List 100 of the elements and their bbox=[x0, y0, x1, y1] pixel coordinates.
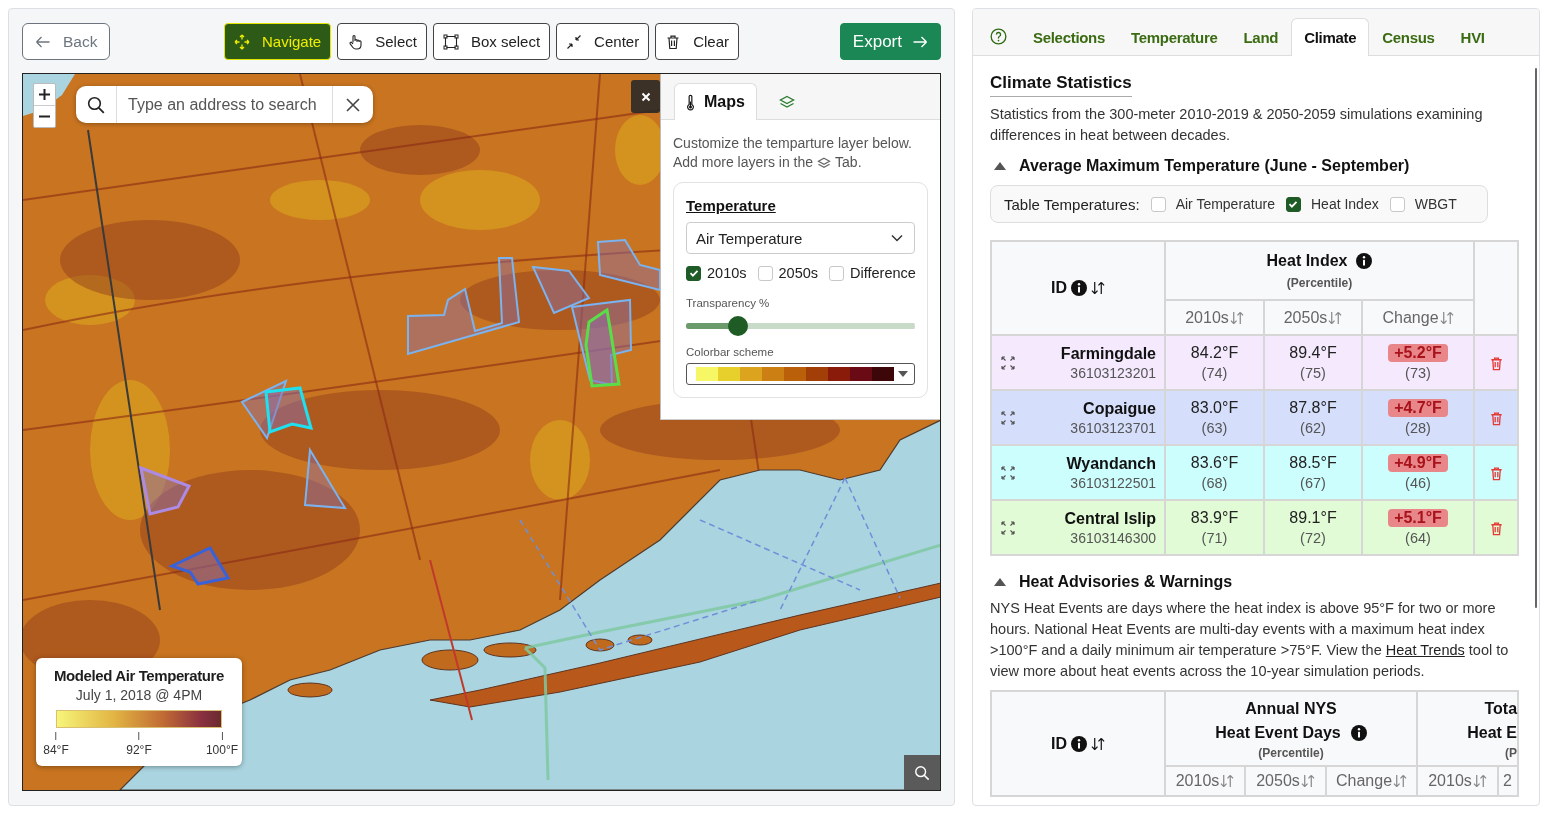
sortable-column-header[interactable]: 2050s bbox=[1283, 308, 1343, 327]
sort-icon bbox=[1229, 309, 1244, 326]
percentile-value: (28) bbox=[1404, 420, 1432, 436]
island bbox=[627, 634, 653, 646]
thermometer-icon bbox=[686, 93, 695, 111]
column-group-subtitle: (Percentile) bbox=[1258, 746, 1324, 760]
temperature-value: 87.8°F bbox=[1288, 399, 1338, 417]
caret-down-icon bbox=[898, 371, 908, 377]
layer-dropdown[interactable]: Air Temperature bbox=[686, 222, 915, 254]
box-select-icon bbox=[442, 33, 459, 50]
export-button[interactable]: Export bbox=[839, 23, 941, 60]
tick-label: 100°F bbox=[205, 743, 239, 757]
expand-icon[interactable] bbox=[1000, 464, 1016, 481]
area-name: Wyandanch bbox=[1065, 454, 1156, 473]
clear-icon[interactable] bbox=[345, 96, 361, 113]
checkbox-label: Heat Index bbox=[1311, 196, 1379, 212]
sort-icon[interactable] bbox=[1091, 735, 1105, 752]
panel-tab[interactable]: Maps bbox=[674, 83, 757, 120]
tract-id: 36103146300 bbox=[1069, 529, 1156, 546]
tab[interactable]: Climate bbox=[1291, 18, 1370, 56]
sortable-column-header[interactable]: 2010s bbox=[1185, 308, 1244, 327]
sort-icon[interactable] bbox=[1091, 280, 1105, 296]
expand-icon[interactable] bbox=[1000, 354, 1016, 371]
close-button[interactable] bbox=[631, 80, 660, 113]
tab[interactable]: Selections bbox=[1020, 18, 1119, 56]
percentile-value: (62) bbox=[1299, 420, 1327, 436]
tool-button[interactable]: Clear bbox=[655, 23, 739, 60]
trash-icon[interactable] bbox=[1488, 520, 1504, 536]
map-search-button[interactable] bbox=[904, 755, 940, 790]
change-badge: +5.2°F bbox=[1388, 344, 1448, 362]
search-field[interactable]: Type an address to search bbox=[76, 86, 373, 123]
checkbox[interactable] bbox=[1286, 196, 1301, 212]
tab[interactable]: HVI bbox=[1447, 18, 1498, 56]
tool-button[interactable]: Select bbox=[337, 23, 427, 60]
scrollbar-thumb[interactable] bbox=[1535, 68, 1537, 608]
slider-label: Transparency % bbox=[686, 297, 771, 309]
tract-outline bbox=[596, 238, 661, 292]
slider-thumb[interactable] bbox=[727, 316, 748, 336]
sortable-column-header[interactable]: 2010s bbox=[1428, 772, 1487, 790]
temperature-value: 83.9°F bbox=[1189, 509, 1240, 527]
expand-icon[interactable] bbox=[1000, 519, 1016, 536]
back-button[interactable]: Back bbox=[22, 23, 111, 60]
legend-subtitle: July 1, 2018 @ 4PM bbox=[74, 687, 204, 703]
sort-icon bbox=[1439, 309, 1454, 326]
tract-id: 36103123701 bbox=[1069, 419, 1156, 436]
trash-icon[interactable] bbox=[1488, 465, 1504, 481]
tab[interactable]: Temperature bbox=[1118, 18, 1231, 56]
tab[interactable]: Land bbox=[1230, 18, 1292, 56]
info-icon[interactable] bbox=[1071, 280, 1087, 296]
caret-up-icon[interactable] bbox=[993, 577, 1007, 587]
tract-outline bbox=[303, 446, 347, 510]
percentile-value: (63) bbox=[1200, 420, 1229, 436]
colorbar-dropdown[interactable] bbox=[686, 363, 915, 385]
section-description: Statistics from the 300-meter 2010-2019 & 2050-2059 simulations examining differences in heat between decades. bbox=[990, 105, 1484, 145]
sort-icon bbox=[1328, 309, 1343, 326]
percentile-value: (67) bbox=[1299, 475, 1327, 491]
column-group-subtitle: (P bbox=[1505, 746, 1518, 760]
subsection-heading: Heat Advisories & Warnings bbox=[1019, 573, 1233, 591]
percentile-value: (73) bbox=[1404, 365, 1432, 381]
percentile-value: (71) bbox=[1200, 530, 1229, 546]
caret-up-icon[interactable] bbox=[993, 161, 1007, 171]
tool-button[interactable]: Navigate bbox=[224, 23, 332, 60]
section-title: Climate Statistics bbox=[990, 73, 1132, 97]
temperature-value: 83.6°F bbox=[1189, 454, 1240, 472]
column-group-subtitle: (Percentile) bbox=[1286, 275, 1353, 290]
selected-tract[interactable] bbox=[584, 307, 621, 388]
trash-icon[interactable] bbox=[1488, 355, 1504, 371]
percentile-value: (68) bbox=[1200, 475, 1229, 491]
sortable-column-header[interactable]: 2010s bbox=[1175, 772, 1235, 790]
column-header: ID bbox=[1051, 734, 1067, 753]
checkbox[interactable] bbox=[686, 265, 701, 281]
trash-icon[interactable] bbox=[1488, 410, 1504, 426]
tab[interactable]: Census bbox=[1369, 18, 1448, 56]
dropdown-label: Colorbar scheme bbox=[686, 346, 775, 358]
info-icon[interactable] bbox=[1356, 252, 1373, 269]
change-badge: +5.1°F bbox=[1388, 509, 1448, 527]
section-description: NYS Heat Events are days where the heat index is above 95°F for two or more hours. National Heat Events are multi-day events with a maximum heat index >100°F and a daily minimum air temperature >75°F. View the Heat Trends tool to view more about heat events across the 10-year simulation periods. bbox=[990, 599, 1510, 681]
help-icon[interactable] bbox=[990, 28, 1007, 45]
column-header[interactable]: 2 bbox=[1499, 772, 1512, 790]
collapse-arrows-icon bbox=[566, 33, 583, 50]
tract-id: 36103123201 bbox=[1069, 364, 1156, 381]
panel-hint: Add more layers in the bbox=[673, 153, 814, 172]
card-title: Temperature bbox=[686, 197, 776, 214]
heat-trends-link[interactable]: Heat Trends bbox=[1385, 642, 1465, 658]
change-badge: +4.9°F bbox=[1388, 454, 1448, 472]
sortable-column-header[interactable]: Change bbox=[1382, 308, 1454, 327]
layers-icon bbox=[817, 156, 832, 169]
info-icon[interactable] bbox=[1071, 735, 1087, 752]
info-icon[interactable] bbox=[1350, 725, 1367, 741]
close-icon bbox=[640, 91, 651, 102]
search-icon bbox=[87, 95, 105, 114]
expand-icon[interactable] bbox=[1000, 409, 1016, 426]
tick-label: 84°F bbox=[43, 743, 69, 757]
tool-button[interactable]: Box select bbox=[432, 23, 551, 60]
sortable-column-header[interactable]: Change bbox=[1336, 772, 1408, 790]
tool-button[interactable]: Center bbox=[556, 23, 650, 60]
sortable-column-header[interactable]: 2050s bbox=[1256, 772, 1315, 790]
area-name: Farmingdale bbox=[1059, 344, 1156, 363]
selected-tract[interactable] bbox=[139, 465, 192, 516]
island bbox=[483, 642, 537, 658]
